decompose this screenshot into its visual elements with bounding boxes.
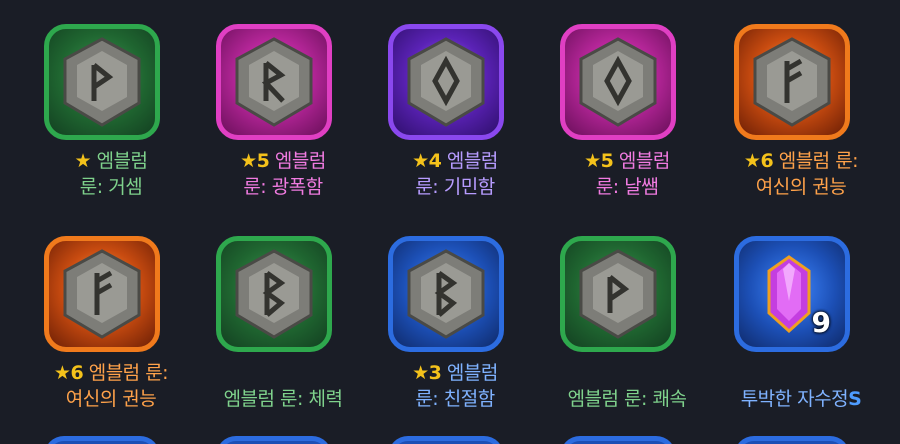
rune-stone-icon [235,37,313,127]
rune-stone-icon [407,37,485,127]
item-slot[interactable]: ★5 엠블럼 룬: 광폭함 [172,0,344,210]
rune-stone-icon [63,37,141,127]
item-slot[interactable] [216,436,332,444]
rune-stone-icon [407,249,485,339]
grade-badge: S [848,388,862,410]
rune-tile[interactable] [216,236,332,352]
rune-tile[interactable] [44,24,160,140]
rune-stone-icon [753,37,831,127]
item-slot[interactable]: 9 투박한 자수정S [690,212,862,422]
rune-stone-icon [63,249,141,339]
rune-stone-icon [579,249,657,339]
rune-stone-icon [235,249,313,339]
item-name: ★6 엠블럼 룬: 여신의 권능 [743,150,859,198]
rune-tile[interactable] [216,24,332,140]
rune-tile[interactable] [560,236,676,352]
item-slot[interactable]: ★ 엠블럼 룬: 거셈 [0,0,172,210]
item-slot[interactable]: ★6 엠블럼 룬: 여신의 권능 [690,0,862,210]
item-slot[interactable]: ★6 엠블럼 룬: 여신의 권능 [0,212,172,422]
item-name: 투박한 자수정S [740,388,862,410]
inventory-grid: ★ 엠블럼 룬: 거셈 ★5 엠블럼 룬: 광폭함 ★4 엠블럼 룬: 기민함 … [0,0,900,444]
rune-tile[interactable] [388,24,504,140]
item-slot[interactable] [734,436,850,444]
item-slot[interactable] [388,436,504,444]
item-slot[interactable]: ★4 엠블럼 룬: 기민함 [344,0,516,210]
rune-tile[interactable] [44,236,160,352]
rune-stone-icon [579,37,657,127]
item-slot[interactable]: ★5 엠블럼 룬: 날쌤 [516,0,688,210]
rune-tile[interactable] [734,24,850,140]
item-slot[interactable] [560,436,676,444]
gem-tile[interactable]: 9 [734,236,850,352]
item-slot[interactable]: 엠블럼 룬: 쾌속 [516,212,688,422]
rune-tile[interactable] [560,24,676,140]
item-slot[interactable]: ★3 엠블럼 룬: 친절함 [344,212,516,422]
rune-tile[interactable] [388,236,504,352]
item-slot[interactable] [44,436,160,444]
item-slot[interactable]: 엠블럼 룬: 체력 [172,212,344,422]
item-count: 9 [811,306,831,339]
